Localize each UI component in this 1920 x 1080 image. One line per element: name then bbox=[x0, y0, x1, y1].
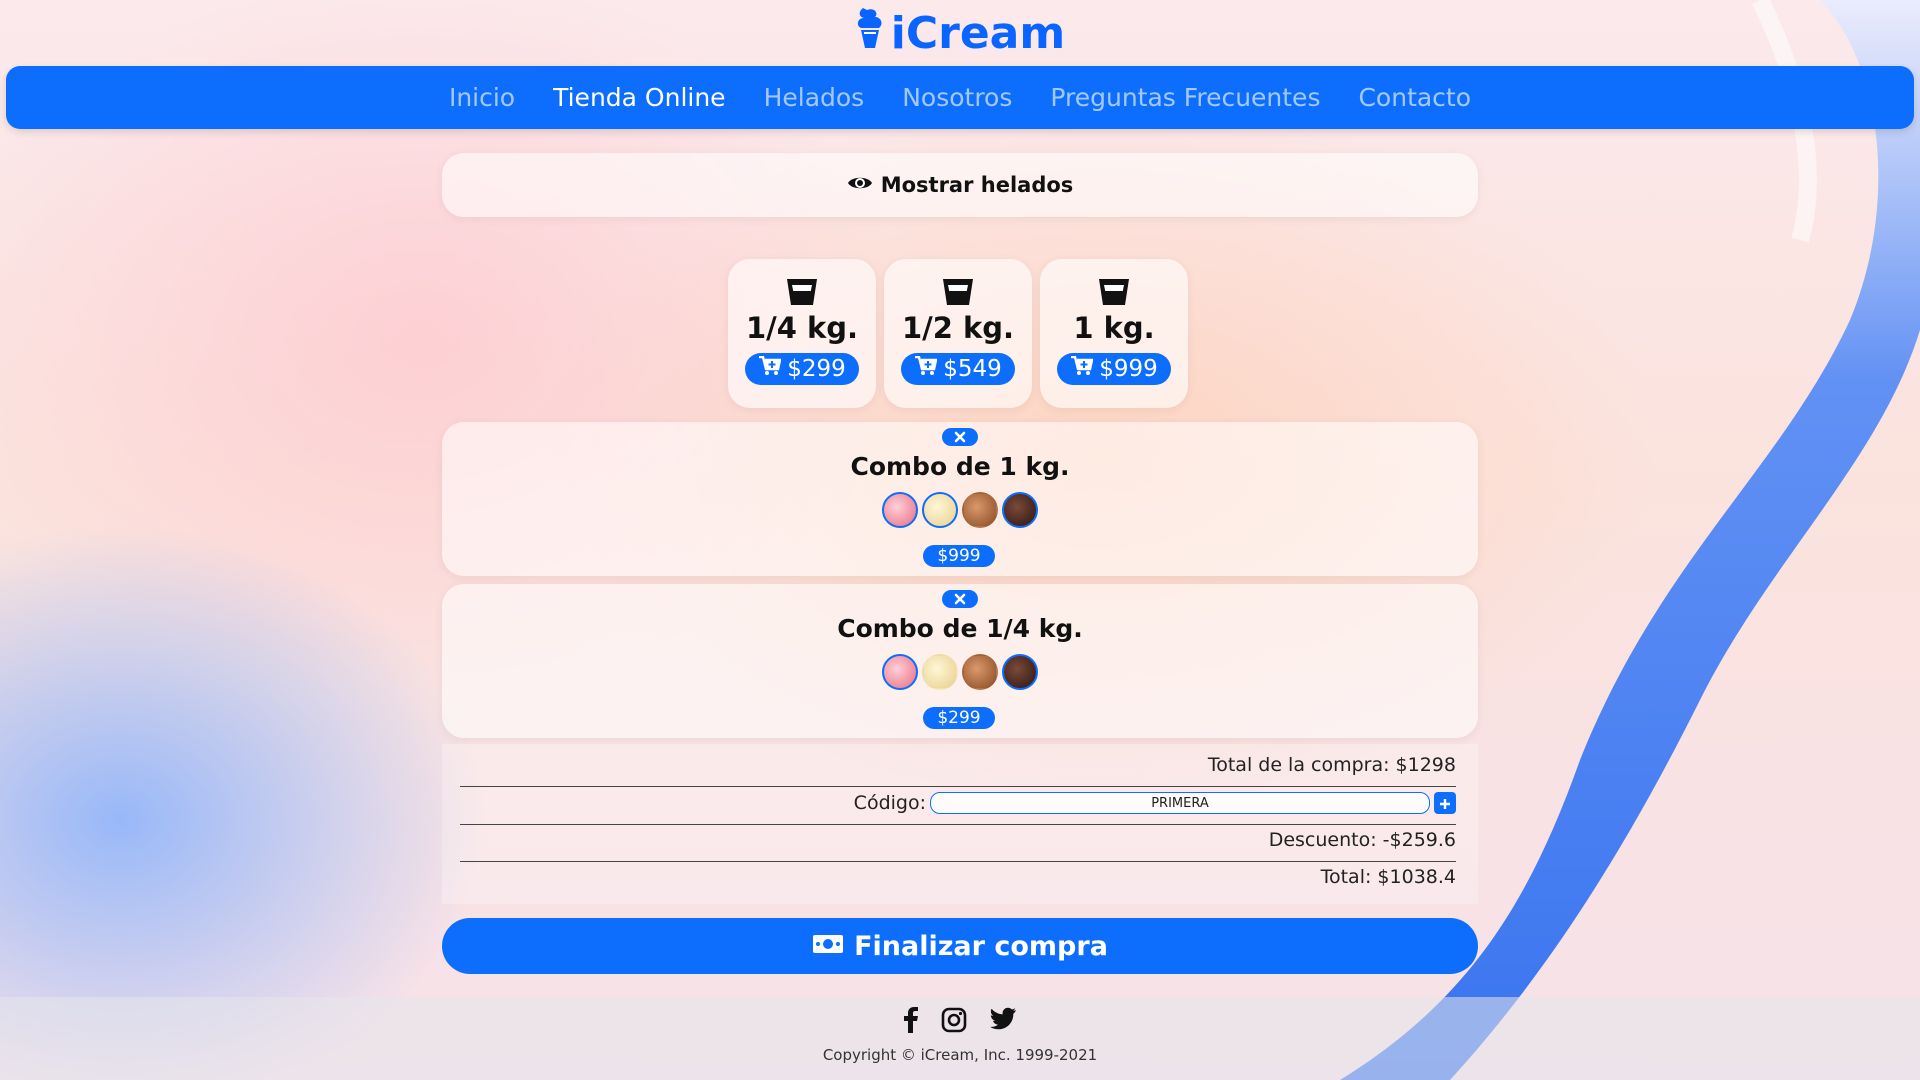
checkout-label: Finalizar compra bbox=[854, 930, 1108, 962]
nav-preguntas-frecuentes[interactable]: Preguntas Frecuentes bbox=[1050, 83, 1320, 112]
close-icon bbox=[954, 590, 966, 609]
nav-contacto[interactable]: Contacto bbox=[1358, 83, 1471, 112]
size-price: $299 bbox=[787, 356, 846, 382]
size-label: 1 kg. bbox=[1073, 311, 1155, 345]
plus-icon bbox=[1439, 791, 1451, 815]
combo-price: $999 bbox=[923, 545, 995, 567]
remove-combo-button[interactable] bbox=[942, 590, 978, 608]
show-flavors-label: Mostrar helados bbox=[880, 173, 1074, 197]
combo-flavors bbox=[442, 654, 1478, 690]
discount-text: Descuento: -$259.6 bbox=[1268, 829, 1456, 851]
add-to-cart-button[interactable]: $549 bbox=[901, 353, 1015, 385]
apply-code-button[interactable] bbox=[1434, 792, 1456, 814]
site-logo[interactable]: iCream bbox=[0, 6, 1920, 62]
total-text: Total: $1038.4 bbox=[1320, 866, 1456, 888]
code-label: Código: bbox=[853, 792, 926, 814]
flavor-dulce-de-leche-image bbox=[962, 492, 998, 528]
flavor-strawberry-image bbox=[882, 492, 918, 528]
site-footer: Copyright © iCream, Inc. 1999-2021 bbox=[0, 997, 1920, 1080]
size-card-half: 1/2 kg. $549 bbox=[884, 259, 1032, 408]
discount-code-input[interactable] bbox=[930, 792, 1430, 814]
flavor-strawberry-image bbox=[882, 654, 918, 690]
social-links bbox=[0, 1007, 1920, 1033]
summary-divider bbox=[460, 824, 1456, 825]
flavor-chocolate-image bbox=[1002, 654, 1038, 690]
combo-price: $299 bbox=[923, 707, 995, 729]
cart-combo-item: Combo de 1 kg. $999 bbox=[442, 422, 1478, 576]
size-price: $999 bbox=[1099, 356, 1158, 382]
money-bill-icon bbox=[812, 931, 844, 962]
cart-combo-item: Combo de 1/4 kg. $299 bbox=[442, 584, 1478, 738]
brand-name: iCream bbox=[890, 8, 1066, 59]
add-to-cart-button[interactable]: $999 bbox=[1057, 353, 1171, 385]
summary-divider bbox=[460, 861, 1456, 862]
size-label: 1/4 kg. bbox=[745, 311, 859, 345]
discount-code-row: Código: bbox=[460, 792, 1456, 814]
cart-plus-icon bbox=[759, 355, 782, 382]
checkout-button[interactable]: Finalizar compra bbox=[442, 918, 1478, 974]
order-summary: Total de la compra: $1298 Código: Descue… bbox=[442, 744, 1478, 904]
size-card-one: 1 kg. $999 bbox=[1040, 259, 1188, 408]
combo-flavors bbox=[442, 492, 1478, 528]
size-label: 1/2 kg. bbox=[901, 311, 1015, 345]
nav-helados[interactable]: Helados bbox=[764, 83, 865, 112]
flavor-chocolate-image bbox=[1002, 492, 1038, 528]
flavor-vanilla-image bbox=[922, 492, 958, 528]
ice-cream-icon bbox=[855, 6, 885, 62]
facebook-icon[interactable] bbox=[903, 1007, 919, 1033]
cup-icon bbox=[1040, 277, 1188, 309]
combo-title: Combo de 1/4 kg. bbox=[837, 614, 1083, 643]
main-navbar: Inicio Tienda Online Helados Nosotros Pr… bbox=[6, 66, 1914, 129]
cart-plus-icon bbox=[1071, 355, 1094, 382]
nav-nosotros[interactable]: Nosotros bbox=[902, 83, 1012, 112]
cup-icon bbox=[728, 277, 876, 309]
instagram-icon[interactable] bbox=[941, 1007, 967, 1033]
add-to-cart-button[interactable]: $299 bbox=[745, 353, 859, 385]
flavor-dulce-de-leche-image bbox=[962, 654, 998, 690]
size-card-quarter: 1/4 kg. $299 bbox=[728, 259, 876, 408]
copyright-text: Copyright © iCream, Inc. 1999-2021 bbox=[822, 1046, 1098, 1064]
remove-combo-button[interactable] bbox=[942, 428, 978, 446]
flavor-vanilla-image bbox=[922, 654, 958, 690]
combo-title: Combo de 1 kg. bbox=[850, 452, 1070, 481]
cup-icon bbox=[884, 277, 1032, 309]
eye-icon bbox=[847, 173, 873, 198]
nav-tienda-online[interactable]: Tienda Online bbox=[553, 83, 725, 112]
subtotal-text: Total de la compra: $1298 bbox=[1207, 754, 1456, 776]
size-price: $549 bbox=[943, 356, 1002, 382]
nav-inicio[interactable]: Inicio bbox=[449, 83, 515, 112]
cart-plus-icon bbox=[915, 355, 938, 382]
close-icon bbox=[954, 428, 966, 447]
twitter-icon[interactable] bbox=[989, 1007, 1017, 1033]
summary-divider bbox=[460, 786, 1456, 787]
show-flavors-button[interactable]: Mostrar helados bbox=[442, 153, 1478, 217]
